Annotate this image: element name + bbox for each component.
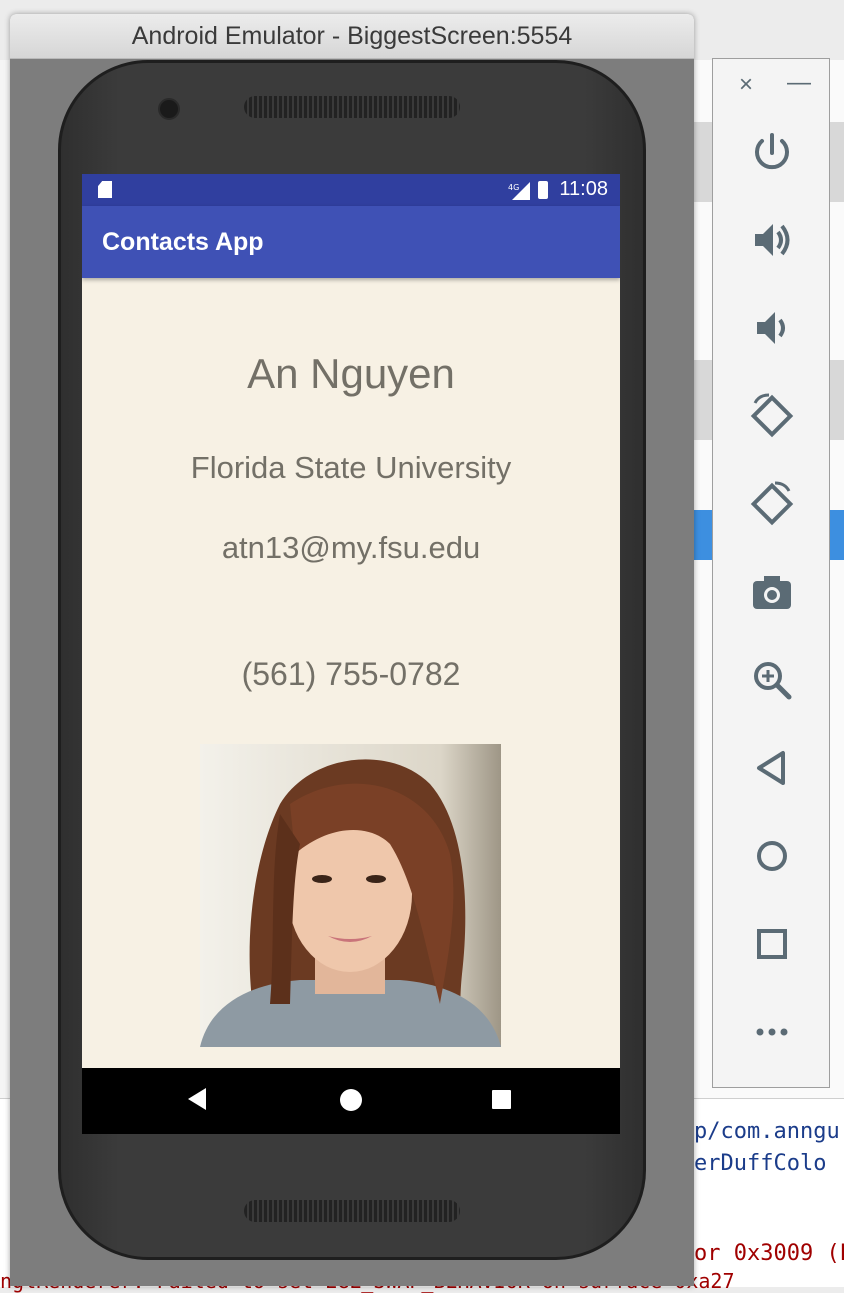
app-bar: Contacts App — [82, 206, 620, 278]
overview-icon[interactable] — [747, 919, 797, 969]
bottom-speaker — [244, 1200, 460, 1222]
status-bar: 4G 11:08 — [82, 174, 620, 206]
camera-icon[interactable] — [747, 567, 797, 617]
window-title[interactable]: Android Emulator - BiggestScreen:5554 — [10, 14, 694, 59]
emulator-control-panel: × — — [712, 58, 830, 1088]
back-icon[interactable] — [747, 743, 797, 793]
home-icon[interactable] — [747, 831, 797, 881]
console-line: erDuffColo — [694, 1151, 827, 1176]
volume-up-icon[interactable] — [747, 215, 797, 265]
signal-icon: 4G — [508, 182, 530, 200]
console-line: p/com.anngu — [694, 1119, 840, 1144]
console-line: or 0x3009 (E — [694, 1241, 844, 1266]
contact-phone[interactable]: (561) 755-0782 — [82, 656, 620, 693]
navigation-bar — [82, 1068, 620, 1134]
more-icon[interactable] — [747, 1007, 797, 1057]
nav-home-icon[interactable] — [340, 1089, 362, 1111]
device-screen: 4G 11:08 Contacts App An Nguyen Florida … — [82, 174, 620, 1134]
app-title: Contacts App — [102, 228, 264, 256]
network-type-label: 4G — [508, 183, 519, 192]
nav-recents-icon[interactable] — [492, 1090, 511, 1109]
rotate-left-icon[interactable] — [747, 391, 797, 441]
sd-card-icon — [98, 181, 112, 198]
contact-email[interactable]: atn13@my.fsu.edu — [82, 530, 620, 566]
volume-down-icon[interactable] — [747, 303, 797, 353]
close-icon[interactable]: × — [739, 73, 753, 97]
contact-photo — [200, 744, 501, 1047]
power-icon[interactable] — [747, 127, 797, 177]
clock: 11:08 — [559, 178, 608, 200]
contact-name: An Nguyen — [247, 350, 455, 397]
battery-icon — [538, 181, 548, 199]
minimize-icon[interactable]: — — [787, 71, 811, 95]
zoom-icon[interactable] — [747, 655, 797, 705]
contact-school: Florida State University — [190, 450, 512, 485]
nav-back-icon[interactable] — [188, 1088, 206, 1110]
front-camera — [158, 98, 180, 120]
earpiece-speaker — [244, 96, 460, 118]
rotate-right-icon[interactable] — [747, 479, 797, 529]
